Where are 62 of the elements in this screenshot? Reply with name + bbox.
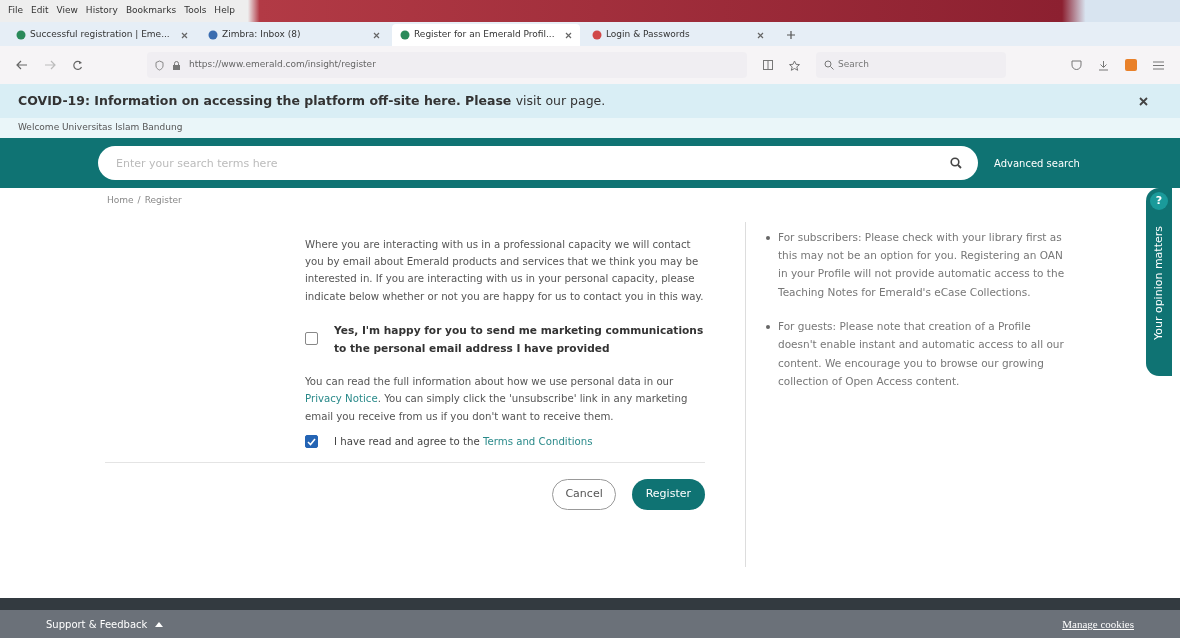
menu-item[interactable]: File <box>4 4 28 18</box>
breadcrumb-current: Register <box>144 194 182 207</box>
shield-icon <box>155 59 164 71</box>
site-icon <box>592 30 602 40</box>
close-icon[interactable] <box>373 31 380 39</box>
back-icon[interactable] <box>16 60 28 70</box>
note-text: For guests: Please note that creation of a Profile doesn't enable instant and automatic access to all our content. We encourage you to browse our growing collection of Open Access content. <box>778 319 1065 390</box>
breadcrumb-separator: / <box>137 194 141 207</box>
pocket-icon[interactable] <box>1071 60 1082 70</box>
reload-icon[interactable] <box>72 59 83 71</box>
cancel-button[interactable]: Cancel <box>552 479 616 510</box>
menu-item[interactable]: History <box>81 4 122 18</box>
search-field[interactable]: Enter your search terms here <box>98 146 978 180</box>
manage-cookies-link[interactable]: Manage cookies <box>1062 615 1134 633</box>
menu-item[interactable]: View <box>52 4 82 18</box>
star-icon[interactable] <box>789 59 800 71</box>
menu-item[interactable]: Tools <box>180 4 211 18</box>
browser-tab[interactable]: Successful registration | Eme... <box>8 24 196 46</box>
register-button[interactable]: Register <box>631 479 705 510</box>
terms-link[interactable]: Terms and Conditions <box>482 435 593 447</box>
bullet-icon <box>766 235 770 240</box>
close-icon[interactable] <box>181 31 188 39</box>
help-icon: ? <box>1150 192 1168 210</box>
note-text: For subscribers: Please check with your library first as this may not be an option for you. Registering an OAN in your Profile will not provide automatic access to the Teaching Notes for Emerald's eCase Collections. <box>778 229 1066 300</box>
advanced-search-link[interactable]: Advanced search <box>994 155 1080 171</box>
welcome-text: Welcome Universitas Islam Bandung <box>18 121 183 135</box>
download-icon[interactable] <box>1098 59 1109 71</box>
site-icon <box>208 30 218 40</box>
support-feedback-toggle[interactable]: Support & Feedback <box>46 616 164 632</box>
search-field[interactable]: Search <box>816 52 1006 78</box>
close-icon[interactable] <box>1139 96 1148 106</box>
menu-item[interactable]: Edit <box>27 4 53 18</box>
close-icon[interactable] <box>757 31 764 39</box>
browser-tab[interactable]: Zimbra: Inbox (8) <box>200 24 388 46</box>
search-icon <box>824 60 834 70</box>
menu-item[interactable]: Help <box>210 4 239 18</box>
site-icon <box>400 30 410 40</box>
breadcrumb-link[interactable]: Home <box>107 194 134 208</box>
privacy-link[interactable]: Privacy Notice <box>305 393 378 405</box>
checkbox-label: Yes, I'm happy for you to send me marketing communications to the personal email address I have provided <box>334 322 705 356</box>
reader-icon[interactable] <box>763 60 773 70</box>
menu-icon[interactable] <box>1153 60 1164 70</box>
privacy-paragraph: You can read the full information about how we use personal data in our Privacy Notice. You can simply click the 'unsubscribe' link in any marketing email you receive from us if you don't want to receive them. <box>305 374 689 424</box>
lock-icon <box>172 59 181 71</box>
checkbox-label: I have read and agree to the Terms and Conditions <box>334 434 593 449</box>
search-icon[interactable] <box>950 157 962 169</box>
site-icon <box>16 30 26 40</box>
feedback-tab[interactable]: ? Your opinion matters <box>1146 188 1172 376</box>
address-field[interactable]: https://www.emerald.com/insight/register <box>147 52 747 78</box>
check-icon <box>307 437 316 446</box>
new-tab-icon[interactable] <box>786 30 796 40</box>
consent-paragraph: Where you are interacting with us in a professional capacity we will contact you by email about Emerald products and services that we think you may be interested in. If you are interacting with us in your personal capacity, please indicate below whether or not you are happy for us to contact you in this way. <box>305 237 705 304</box>
checkbox[interactable] <box>305 435 318 449</box>
menu-item[interactable]: Bookmarks <box>121 4 181 18</box>
notice-link[interactable]: visit our page. <box>515 92 606 108</box>
browser-tab[interactable]: Login & Passwords <box>584 24 772 46</box>
checkbox[interactable] <box>305 332 318 346</box>
caret-up-icon <box>155 621 164 627</box>
browser-tab[interactable]: Register for an Emerald Profil... <box>392 24 580 46</box>
close-icon[interactable] <box>565 31 572 39</box>
bullet-icon <box>766 325 770 329</box>
notice-text: COVID-19: Information on accessing the platform off-site here. Please visit our page. <box>18 91 606 110</box>
